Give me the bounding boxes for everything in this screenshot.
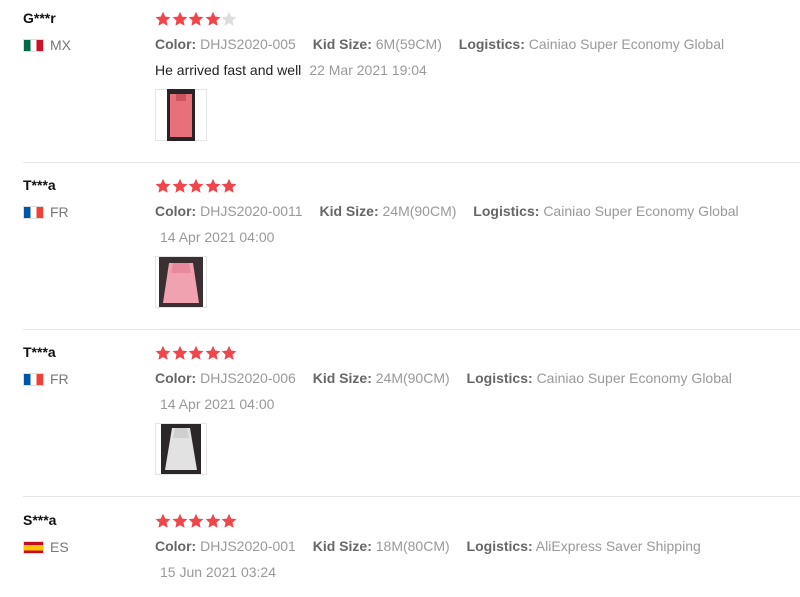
reviewer-country: FR	[23, 371, 69, 387]
logistics-label: Logistics:	[458, 36, 525, 52]
size-label: Kid Size:	[312, 538, 372, 554]
review-body: 15 Jun 2021 03:24	[160, 564, 276, 580]
review-divider	[23, 162, 800, 163]
star-filled-icon	[155, 178, 171, 193]
logistics-label: Logistics:	[466, 538, 533, 554]
star-filled-icon	[155, 345, 171, 360]
review-date: 14 Apr 2021 04:00	[160, 229, 275, 245]
size-value: 24M(90CM)	[375, 370, 450, 386]
reviewer-country: FR	[23, 204, 69, 220]
review-body: He arrived fast and well 22 Mar 2021 19:0…	[155, 62, 427, 78]
color-value: DHJS2020-001	[200, 538, 296, 554]
reviewer-name: G***r	[23, 10, 56, 26]
rating-stars	[155, 11, 238, 27]
review-date: 14 Apr 2021 04:00	[160, 396, 275, 412]
rating-stars	[155, 345, 238, 361]
review-attributes: Color: DHJS2020-001 Kid Size: 18M(80CM) …	[155, 538, 714, 554]
country-code: ES	[50, 539, 69, 555]
star-empty-icon	[221, 11, 237, 26]
size-value: 24M(90CM)	[382, 203, 457, 219]
star-filled-icon	[172, 178, 187, 193]
reviewer-name: T***a	[23, 177, 56, 193]
star-filled-icon	[221, 345, 237, 360]
reviewer-country: MX	[23, 37, 71, 53]
review-text: He arrived fast and well	[155, 62, 302, 78]
flag-es-icon	[23, 540, 44, 554]
color-label: Color:	[155, 538, 197, 554]
flag-fr-icon	[23, 205, 44, 219]
star-filled-icon	[205, 345, 220, 360]
review-divider	[23, 329, 800, 330]
star-filled-icon	[188, 513, 204, 528]
photo-pink-outfit-icon	[167, 89, 195, 141]
review-attributes: Color: DHJS2020-006 Kid Size: 24M(90CM) …	[155, 370, 745, 386]
star-filled-icon	[221, 513, 237, 528]
reviewer-name: S***a	[23, 512, 57, 528]
logistics-label: Logistics:	[466, 370, 533, 386]
color-label: Color:	[155, 36, 197, 52]
review-photo-thumbnail[interactable]	[155, 89, 207, 141]
review-body: 14 Apr 2021 04:00	[160, 396, 274, 412]
review-list: G***r MX Color: DHJS2020-005 Kid Size: 6…	[0, 0, 800, 597]
rating-stars	[155, 513, 238, 529]
country-code: FR	[50, 371, 69, 387]
photo-white-dress-icon	[161, 424, 201, 474]
logistics-value: AliExpress Saver Shipping	[535, 538, 701, 554]
star-filled-icon	[205, 178, 220, 193]
star-filled-icon	[155, 513, 171, 528]
color-label: Color:	[155, 203, 197, 219]
review-date: 22 Mar 2021 19:04	[309, 62, 427, 78]
review-photo-thumbnail[interactable]	[155, 423, 207, 475]
review-divider	[23, 496, 800, 497]
size-value: 18M(80CM)	[375, 538, 450, 554]
review-date: 15 Jun 2021 03:24	[160, 564, 276, 580]
size-label: Kid Size:	[312, 36, 372, 52]
review-photo-thumbnail[interactable]	[155, 256, 207, 308]
star-filled-icon	[188, 345, 204, 360]
review-attributes: Color: DHJS2020-0011 Kid Size: 24M(90CM)…	[155, 203, 752, 219]
flag-fr-icon	[23, 372, 44, 386]
logistics-value: Cainiao Super Economy Global	[528, 36, 725, 52]
star-filled-icon	[172, 345, 187, 360]
logistics-value: Cainiao Super Economy Global	[543, 203, 739, 219]
color-value: DHJS2020-005	[200, 36, 296, 52]
size-value: 6M(59CM)	[375, 36, 442, 52]
star-filled-icon	[221, 178, 237, 193]
rating-stars	[155, 178, 238, 194]
review-attributes: Color: DHJS2020-005 Kid Size: 6M(59CM) L…	[155, 36, 737, 52]
star-filled-icon	[188, 178, 204, 193]
logistics-value: Cainiao Super Economy Global	[536, 370, 732, 386]
logistics-label: Logistics:	[473, 203, 540, 219]
star-filled-icon	[155, 11, 171, 26]
photo-pink-dress-icon	[159, 257, 203, 307]
country-code: MX	[50, 37, 71, 53]
review-body: 14 Apr 2021 04:00	[160, 229, 274, 245]
color-label: Color:	[155, 370, 197, 386]
color-value: DHJS2020-006	[200, 370, 296, 386]
reviewer-name: T***a	[23, 344, 56, 360]
star-filled-icon	[205, 11, 220, 26]
star-filled-icon	[205, 513, 220, 528]
color-value: DHJS2020-0011	[200, 203, 303, 219]
size-label: Kid Size:	[319, 203, 379, 219]
flag-mx-icon	[23, 38, 44, 52]
size-label: Kid Size:	[312, 370, 372, 386]
star-filled-icon	[172, 11, 187, 26]
reviewer-country: ES	[23, 539, 69, 555]
country-code: FR	[50, 204, 69, 220]
star-filled-icon	[188, 11, 204, 26]
star-filled-icon	[172, 513, 187, 528]
